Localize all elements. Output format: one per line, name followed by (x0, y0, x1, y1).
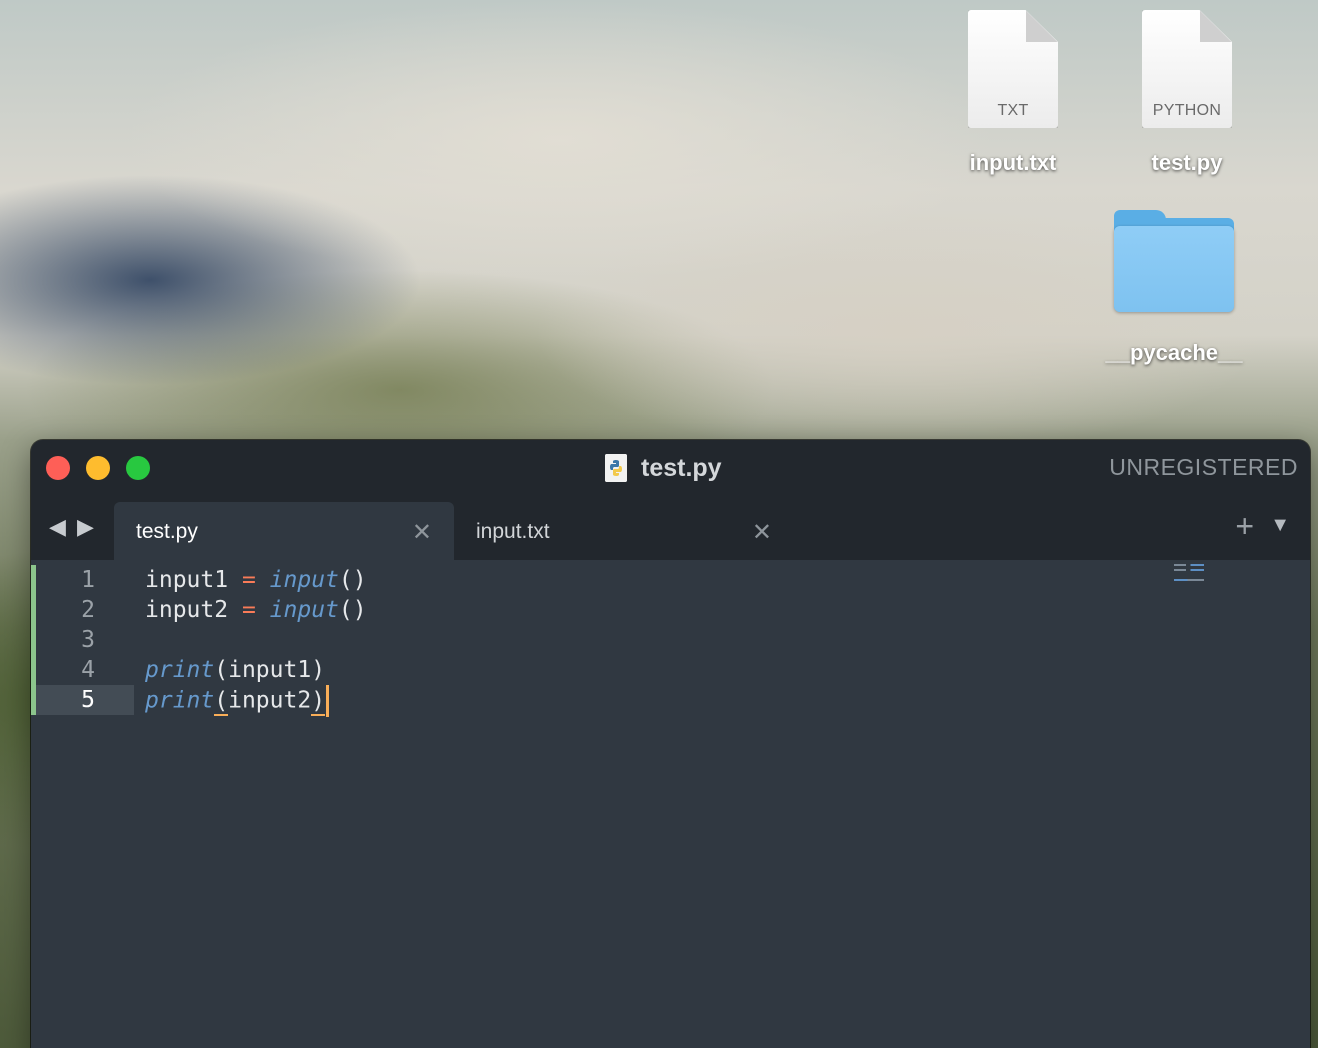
window-title: test.py (605, 450, 722, 486)
code-line: print(input1) (145, 657, 326, 683)
close-tab-icon[interactable]: ✕ (412, 518, 432, 547)
desktop-icon-test-py[interactable]: PYTHON test.py (1114, 8, 1260, 188)
desktop-icon-input-txt[interactable]: TXT input.txt (940, 8, 1086, 188)
desktop-icon-label: test.py (1151, 150, 1223, 175)
tab-menu-chevron-down-icon[interactable]: ▼ (1270, 514, 1290, 537)
bracket-match-close: ) (311, 687, 326, 716)
line-number: 4 (31, 655, 134, 685)
minimap[interactable] (1174, 564, 1204, 582)
bracket-match-open: ( (214, 687, 229, 716)
triangle-left-icon[interactable]: ◀ (49, 516, 66, 538)
line-number: 1 (31, 565, 134, 595)
modified-marker (31, 655, 36, 685)
desktop: TXT input.txt PYTHON test.py __pycache__ (0, 0, 1318, 1048)
desktop-icon-pycache-folder[interactable]: __pycache__ (1086, 208, 1262, 374)
current-line-number: 5 (31, 685, 134, 715)
modified-marker (31, 565, 36, 595)
code-line-current: print(input2) (145, 685, 367, 717)
folder-icon (1114, 210, 1234, 312)
modified-marker (31, 625, 36, 655)
file-type-label: TXT (997, 102, 1029, 119)
window-title-text: test.py (641, 453, 722, 482)
desktop-icon-label: __pycache__ (1105, 340, 1243, 365)
code-line: input2 = input() (145, 597, 367, 623)
python-file-icon (605, 454, 627, 482)
text-file-icon: TXT (968, 10, 1058, 128)
new-tab-plus-icon[interactable]: + (1235, 508, 1254, 545)
tab-label: test.py (136, 520, 198, 543)
file-type-label: PYTHON (1152, 102, 1222, 119)
line-number: 3 (31, 625, 134, 655)
close-tab-icon[interactable]: ✕ (752, 518, 772, 547)
desktop-icon-label: input.txt (969, 150, 1057, 175)
tab-bar: ◀ ▶ test.py ✕ input.txt ✕ + ▼ (31, 496, 1310, 560)
code-line: input1 = input() (145, 567, 367, 593)
tab-label: input.txt (476, 520, 550, 543)
minimize-window-button[interactable] (86, 456, 110, 480)
title-bar[interactable]: test.py UNREGISTERED (31, 440, 1310, 496)
line-number: 2 (31, 595, 134, 625)
tab-test-py[interactable]: test.py ✕ (114, 502, 454, 560)
license-status-label: UNREGISTERED (1109, 454, 1298, 480)
code-editor[interactable]: 1 2 3 4 5 input1 = input() input2 = inpu… (31, 560, 1310, 1048)
modified-marker (31, 685, 36, 715)
tab-input-txt[interactable]: input.txt ✕ (454, 502, 794, 560)
modified-marker (31, 595, 36, 625)
line-number-gutter: 1 2 3 4 5 (31, 565, 134, 715)
text-cursor (326, 685, 330, 717)
editor-window: test.py UNREGISTERED ◀ ▶ test.py ✕ input… (31, 440, 1310, 1048)
zoom-window-button[interactable] (126, 456, 150, 480)
close-window-button[interactable] (46, 456, 70, 480)
triangle-right-icon[interactable]: ▶ (77, 516, 94, 538)
python-file-icon: PYTHON (1142, 10, 1232, 128)
code-area[interactable]: input1 = input() input2 = input() print(… (145, 565, 367, 717)
